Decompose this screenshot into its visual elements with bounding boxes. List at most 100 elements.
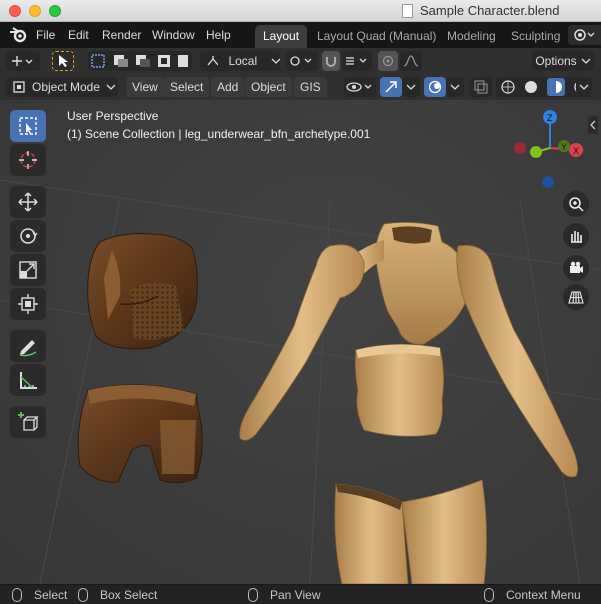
waist-mesh[interactable] bbox=[354, 344, 444, 437]
select-tool-option-button[interactable] bbox=[52, 51, 74, 71]
3d-viewport[interactable]: User Perspective (1) Scene Collection | … bbox=[0, 100, 601, 584]
add-cube-tool[interactable] bbox=[10, 406, 46, 438]
3d-cursor-icon bbox=[19, 151, 37, 169]
status-select-hint: Select bbox=[34, 588, 68, 602]
chevron-down-icon bbox=[579, 84, 589, 90]
gizmo-z-label: Z bbox=[547, 113, 553, 123]
selection-mode-group bbox=[88, 51, 192, 71]
pan-view-button[interactable] bbox=[563, 223, 589, 249]
camera-view-button[interactable] bbox=[563, 255, 589, 281]
pivot-icon bbox=[290, 56, 312, 66]
viewport-header: Object Mode View Select Add Object GIS bbox=[0, 74, 601, 100]
menu-render[interactable]: Render bbox=[102, 28, 141, 42]
scene-selector-button[interactable] bbox=[568, 25, 601, 45]
transform-tool[interactable] bbox=[10, 288, 46, 320]
xray-icon bbox=[474, 80, 488, 94]
right-arm-mesh[interactable] bbox=[456, 245, 579, 478]
top-menu-bar: File Edit Render Window Help Layout Layo… bbox=[0, 22, 601, 48]
transform-orientation-value: Local bbox=[228, 54, 258, 68]
select-box-tool[interactable] bbox=[10, 110, 46, 142]
mode-value: Object Mode bbox=[32, 80, 101, 94]
ruler-icon bbox=[20, 372, 37, 389]
selection-mode-icons[interactable] bbox=[90, 53, 190, 69]
zoom-window-button[interactable] bbox=[49, 5, 61, 17]
solid-shading-icon[interactable] bbox=[524, 80, 538, 94]
scale-tool[interactable] bbox=[10, 254, 46, 286]
menu-edit[interactable]: Edit bbox=[68, 28, 89, 42]
proportional-falloff-dropdown[interactable] bbox=[400, 51, 422, 71]
menu-gis[interactable]: GIS bbox=[294, 77, 327, 97]
mode-dropdown[interactable]: Object Mode bbox=[6, 77, 118, 97]
menu-object[interactable]: Object bbox=[245, 77, 292, 97]
measure-tool[interactable] bbox=[10, 364, 46, 396]
scene-icon bbox=[574, 29, 595, 41]
pencil-icon bbox=[19, 340, 37, 357]
minimize-window-button[interactable] bbox=[29, 5, 41, 17]
viewport-collection-label: (1) Scene Collection | leg_underwear_bfn… bbox=[67, 127, 371, 141]
cursor-tool[interactable] bbox=[10, 144, 46, 176]
editor-type-icon bbox=[12, 56, 33, 66]
zoom-view-button[interactable] bbox=[563, 191, 589, 217]
overlays-options-dropdown[interactable] bbox=[446, 77, 464, 97]
rotate-icon bbox=[20, 228, 38, 244]
mouse-middle-icon bbox=[248, 588, 258, 602]
transform-icon bbox=[18, 294, 38, 314]
status-box-select-hint: Box Select bbox=[100, 588, 158, 602]
transform-orientation-dropdown[interactable]: Local bbox=[200, 51, 280, 71]
overlays-toggle-button[interactable] bbox=[424, 77, 446, 97]
editor-type-button[interactable] bbox=[6, 51, 40, 71]
menu-help[interactable]: Help bbox=[206, 28, 231, 42]
pivot-point-dropdown[interactable] bbox=[286, 51, 318, 71]
visibility-dropdown[interactable] bbox=[344, 77, 376, 97]
status-bar: Select Box Select Pan View Context Menu bbox=[0, 584, 601, 604]
menu-add[interactable]: Add bbox=[211, 77, 245, 97]
tool-settings-header: Local Options bbox=[0, 48, 601, 74]
chevron-down-icon bbox=[271, 58, 280, 64]
blender-logo-icon[interactable] bbox=[8, 26, 28, 44]
material-preview-shading-icon[interactable] bbox=[546, 78, 565, 96]
proportional-edit-button[interactable] bbox=[378, 51, 398, 71]
xray-toggle-button[interactable] bbox=[470, 77, 492, 97]
sidebar-toggle-button[interactable] bbox=[588, 116, 598, 134]
camera-icon bbox=[570, 261, 583, 273]
falloff-curve-icon bbox=[403, 55, 419, 67]
gizmo-options-dropdown[interactable] bbox=[402, 77, 420, 97]
gizmo-toggle-button[interactable] bbox=[380, 77, 402, 97]
left-arm-mesh[interactable] bbox=[239, 244, 365, 441]
menu-window[interactable]: Window bbox=[152, 28, 195, 42]
overlays-icon bbox=[428, 80, 442, 94]
chevron-left-icon bbox=[590, 120, 596, 130]
status-pan-view-hint: Pan View bbox=[270, 588, 321, 602]
magnet-icon bbox=[326, 57, 336, 67]
navigation-gizmo[interactable]: Z X Y bbox=[508, 108, 592, 192]
zoom-icon bbox=[569, 197, 584, 212]
tab-sculpting[interactable]: Sculpting bbox=[503, 25, 568, 48]
status-context-menu-hint: Context Menu bbox=[506, 588, 581, 602]
close-window-button[interactable] bbox=[9, 5, 21, 17]
snap-toggle-button[interactable] bbox=[322, 51, 340, 71]
snap-target-dropdown[interactable] bbox=[342, 51, 372, 71]
rotate-tool[interactable] bbox=[10, 220, 46, 252]
gizmo-y-label: Y bbox=[561, 142, 567, 152]
leather-vest-mesh[interactable] bbox=[87, 233, 198, 350]
shading-options-dropdown[interactable] bbox=[576, 77, 592, 97]
window-title: Sample Character.blend bbox=[420, 3, 560, 18]
annotate-tool[interactable] bbox=[10, 330, 46, 362]
cursor-arrow-icon bbox=[59, 55, 68, 67]
options-dropdown[interactable]: Options bbox=[532, 51, 594, 71]
tab-layout-quad[interactable]: Layout Quad (Manual) bbox=[309, 25, 444, 48]
menu-view[interactable]: View bbox=[126, 77, 164, 97]
tab-layout[interactable]: Layout bbox=[255, 25, 308, 48]
options-label: Options bbox=[535, 54, 577, 68]
wireframe-shading-icon[interactable] bbox=[500, 80, 515, 94]
menu-file[interactable]: File bbox=[36, 28, 55, 42]
tab-modeling[interactable]: Modeling bbox=[439, 25, 504, 48]
gizmo-arrow-icon bbox=[385, 81, 397, 93]
menu-select[interactable]: Select bbox=[164, 77, 210, 97]
legs-mesh[interactable] bbox=[334, 479, 487, 584]
leather-shorts-mesh[interactable] bbox=[77, 384, 203, 484]
select-box-icon bbox=[19, 117, 37, 135]
chevron-down-icon bbox=[450, 84, 460, 90]
move-tool[interactable] bbox=[10, 186, 46, 218]
orthographic-toggle-button[interactable] bbox=[563, 284, 589, 310]
